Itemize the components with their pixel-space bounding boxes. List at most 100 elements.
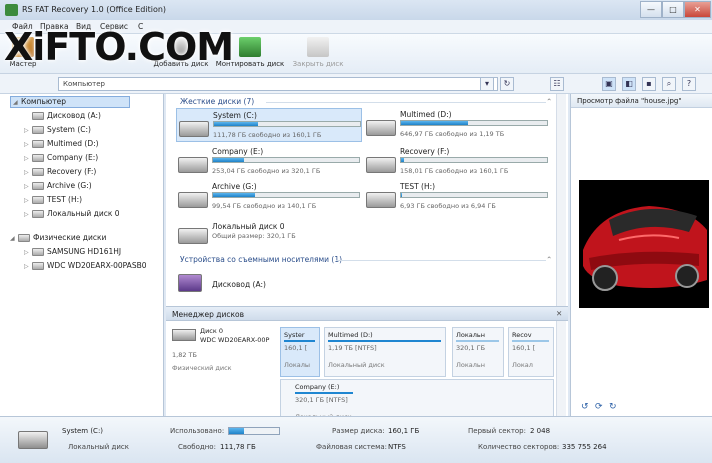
drive-tile[interactable]: Multimed (D:) 646,97 ГБ свободно из 1,19… — [364, 108, 550, 142]
usage-fill — [401, 121, 469, 125]
status-fs-label: Файловая система: — [316, 443, 388, 451]
close-disk-icon — [307, 37, 329, 57]
close-disk-button[interactable]: Закрыть диск — [290, 37, 346, 68]
usage-fill — [401, 158, 404, 162]
drive-tile[interactable]: Archive (G:) 99,54 ГБ свободно из 140,1 … — [176, 180, 362, 214]
expand-arrow-icon[interactable]: ▷ — [24, 263, 32, 270]
close-button[interactable]: ✕ — [684, 1, 711, 18]
status-size-value: 160,1 ГБ — [388, 427, 420, 435]
disk-type: Физический диск — [172, 364, 232, 372]
drive-info: 253,04 ГБ свободно из 320,1 ГБ — [212, 167, 321, 175]
window-title: RS FAT Recovery 1.0 (Office Edition) — [22, 5, 167, 14]
refresh-icon[interactable]: ↻ — [500, 77, 514, 91]
disk-manager-header: Менеджер дисков ✕ — [166, 307, 568, 321]
hard-drive-icon — [366, 120, 396, 136]
disk-model: WDC WD20EARX-00P — [200, 336, 270, 344]
tree-item-multimed[interactable]: ▷ Multimed (D:) — [24, 139, 99, 148]
partition-tile[interactable]: Multimed (D:) 1,19 ТБ [NTFS] Локальный д… — [324, 327, 446, 377]
disk-manager-title: Менеджер дисков — [172, 310, 245, 319]
partition-type: Локал — [512, 361, 533, 369]
partition-tile[interactable]: Syster 160,1 [ Локалы — [280, 327, 320, 377]
expand-arrow-icon[interactable]: ▷ — [24, 127, 32, 134]
status-first-sector-label: Первый сектор: — [468, 427, 526, 435]
partition-type: Локальный диск — [328, 361, 385, 369]
panel-toggle-icon[interactable]: ▣ — [602, 77, 616, 91]
tree-item-system[interactable]: ▷ System (C:) — [24, 125, 91, 134]
collapse-arrow-icon[interactable]: ⌃ — [546, 255, 552, 264]
expand-arrow-icon[interactable]: ▷ — [24, 141, 32, 148]
tree-label: Archive (G:) — [47, 181, 92, 190]
tree-item-physical-disks[interactable]: ◢ Физические диски — [10, 233, 106, 242]
drive-name: System (C:) — [213, 111, 257, 120]
maximize-button[interactable]: □ — [662, 1, 684, 18]
drive-name: Recovery (F:) — [400, 147, 450, 156]
address-field[interactable]: Компьютер — [58, 77, 498, 91]
preview-toggle-icon[interactable]: ◧ — [622, 77, 636, 91]
drive-tile[interactable]: TEST (H:) 6,93 ГБ свободно из 6,94 ГБ — [364, 180, 550, 214]
drive-tile[interactable]: Company (E:) 253,04 ГБ свободно из 320,1… — [176, 145, 362, 179]
view-mode-icon[interactable]: ☷ — [550, 77, 564, 91]
expand-arrow-icon[interactable]: ▷ — [24, 249, 32, 256]
preview-pane: Просмотр файла "house.jpg" ↺ ⟳ ↻ — [570, 94, 712, 416]
tree-item-recovery[interactable]: ▷ Recovery (F:) — [24, 167, 96, 176]
preview-title: Просмотр файла "house.jpg" — [577, 97, 682, 105]
drive-name: TEST (H:) — [400, 182, 436, 191]
status-size-label: Размер диска: — [332, 427, 385, 435]
tree-item-test[interactable]: ▷ TEST (H:) — [24, 195, 82, 204]
tree-item-wdc[interactable]: ▷ WDC WD20EARX-00PASB0 — [24, 261, 147, 270]
expand-arrow-icon[interactable]: ▷ — [24, 197, 32, 204]
title-bar: RS FAT Recovery 1.0 (Office Edition) — □… — [0, 0, 712, 20]
partition-tile[interactable]: Recov 160,1 [ Локал — [508, 327, 554, 377]
drive-tile[interactable]: Recovery (F:) 158,01 ГБ свободно из 160,… — [364, 145, 550, 179]
address-dropdown-icon[interactable]: ▾ — [480, 77, 494, 91]
vertical-scrollbar[interactable] — [556, 94, 566, 306]
car-image-icon — [583, 206, 707, 291]
hard-drive-icon — [178, 157, 208, 173]
vertical-scrollbar[interactable] — [556, 321, 566, 417]
address-bar: Компьютер ▾ ↻ ☷ ▣ ◧ ▪ ⌕ ? — [0, 74, 712, 94]
help-icon[interactable]: ? — [682, 77, 696, 91]
expand-arrow-icon[interactable]: ▷ — [24, 183, 32, 190]
collapse-arrow-icon[interactable]: ⌃ — [546, 97, 552, 106]
partition-name: Company (E:) — [295, 383, 340, 391]
drive-tile-local[interactable]: Локальный диск 0 Общий размер: 320,1 ГБ — [176, 220, 362, 250]
drives-pane: Жесткие диски (7) ⌃ System (C:) 111,78 Г… — [166, 94, 568, 306]
search-icon[interactable]: ⌕ — [662, 77, 676, 91]
drive-tile[interactable]: System (C:) 111,78 ГБ свободно из 160,1 … — [176, 108, 362, 142]
partition-tile[interactable]: Локальн 320,1 ГБ Локальн — [452, 327, 504, 377]
usage-bar — [213, 121, 361, 127]
drive-name: Локальный диск 0 — [212, 222, 285, 231]
collapse-arrow-icon: ◢ — [13, 99, 18, 106]
rotate-right-icon[interactable]: ↻ — [609, 402, 617, 412]
expand-arrow-icon[interactable]: ▷ — [24, 169, 32, 176]
drive-info: Общий размер: 320,1 ГБ — [212, 232, 296, 240]
drive-info: 99,54 ГБ свободно из 140,1 ГБ — [212, 202, 317, 210]
tree-label: WDC WD20EARX-00PASB0 — [47, 261, 147, 270]
tree-item-computer[interactable]: ◢ Компьютер — [10, 96, 130, 108]
tree-item-samsung[interactable]: ▷ SAMSUNG HD161HJ — [24, 247, 121, 256]
expand-arrow-icon[interactable]: ▷ — [24, 155, 32, 162]
hard-drive-icon — [178, 192, 208, 208]
refresh-icon[interactable]: ⟳ — [595, 402, 603, 412]
rotate-left-icon[interactable]: ↺ — [581, 402, 589, 412]
tree-label: SAMSUNG HD161HJ — [47, 247, 122, 256]
partition-usage-bar — [456, 340, 499, 342]
hard-drive-icon — [18, 431, 48, 449]
physical-disk-info[interactable]: Диск 0 WDC WD20EARX-00P 1,82 ТБ Физическ… — [170, 325, 278, 375]
expand-arrow-icon[interactable]: ▷ — [24, 211, 32, 218]
tree-item-floppy[interactable]: Дисковод (A:) — [24, 111, 101, 120]
status-usage-fill — [229, 428, 244, 434]
save-icon[interactable]: ▪ — [642, 77, 656, 91]
minimize-button[interactable]: — — [640, 1, 662, 18]
tree-item-local-disk[interactable]: ▷ Локальный диск 0 — [24, 209, 120, 218]
hdd-icon — [172, 329, 196, 341]
drive-tile-floppy[interactable]: Дисковод (A:) — [176, 268, 362, 298]
collapse-arrow-icon[interactable]: ◢ — [10, 235, 18, 242]
close-icon[interactable]: ✕ — [556, 309, 562, 318]
tree-item-archive[interactable]: ▷ Archive (G:) — [24, 181, 92, 190]
tree-label: Дисковод (A:) — [47, 111, 101, 120]
tree-item-company[interactable]: ▷ Company (E:) — [24, 153, 98, 162]
tree-label: TEST (H:) — [47, 195, 83, 204]
usage-bar — [400, 192, 548, 198]
tree-label: Multimed (D:) — [47, 139, 99, 148]
